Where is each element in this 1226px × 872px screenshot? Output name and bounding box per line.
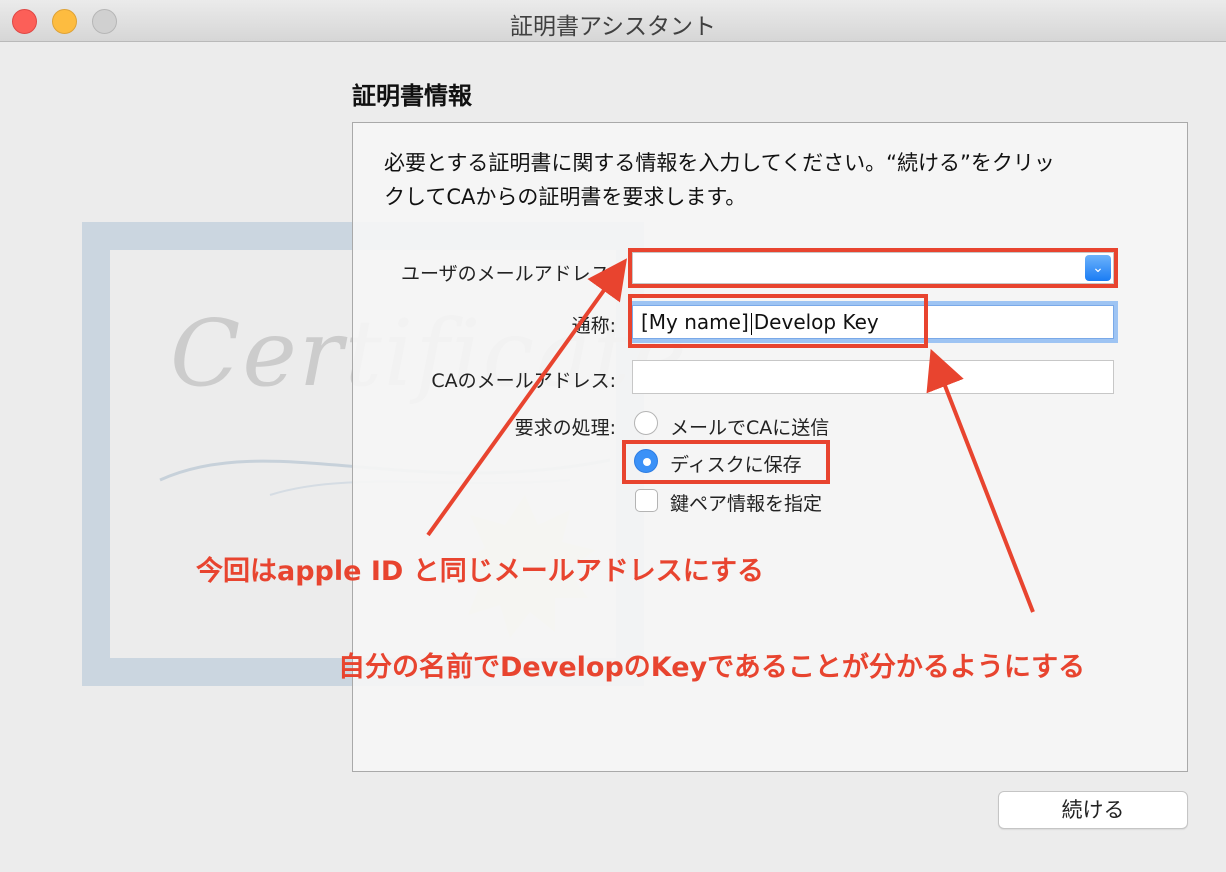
radio-email-to-ca[interactable] <box>634 411 658 435</box>
highlight-save-to-disk <box>622 440 830 484</box>
common-name-label: 通称: <box>571 315 616 337</box>
annotation-name: 自分の名前でDevelopのKeyであることが分かるようにする <box>338 652 1086 683</box>
certificate-assistant-window: 証明書アシスタント Certificate 証明書情報 必要とする証明書に関する… <box>0 0 1226 872</box>
ca-email-label: CAのメールアドレス: <box>431 370 616 392</box>
intro-text: 必要とする証明書に関する情報を入力してください。“続ける”をクリッ クしてCAか… <box>384 151 1055 209</box>
title-bar: 証明書アシスタント <box>0 0 1226 42</box>
window-title: 証明書アシスタント <box>509 14 717 40</box>
request-label: 要求の処理: <box>514 417 616 439</box>
radio-email-to-ca-label[interactable]: メールでCAに送信 <box>670 413 829 440</box>
highlight-name-field <box>628 294 928 348</box>
annotation-email: 今回はapple ID と同じメールアドレスにする <box>196 556 764 587</box>
highlight-email-field <box>628 248 1118 288</box>
key-pair-checkbox-label[interactable]: 鍵ペア情報を指定 <box>670 489 822 516</box>
continue-button[interactable]: 続ける <box>998 791 1188 829</box>
ca-email-input[interactable] <box>632 360 1114 394</box>
key-pair-checkbox[interactable] <box>635 489 658 512</box>
user-email-label: ユーザのメールアドレス: <box>400 263 616 285</box>
section-title: 証明書情報 <box>352 82 472 110</box>
